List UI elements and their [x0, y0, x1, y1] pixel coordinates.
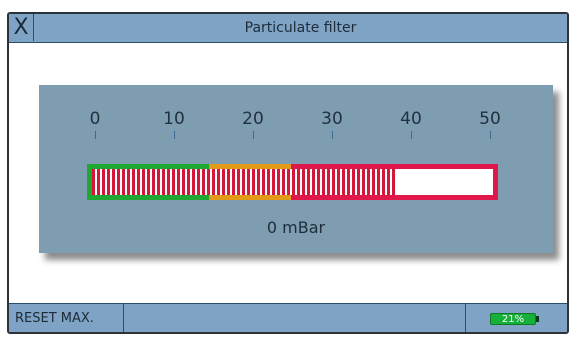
title-bar: X Particulate filter [9, 14, 567, 43]
close-icon: X [13, 14, 29, 40]
gauge-track [92, 169, 493, 195]
tick-mark-40 [411, 131, 412, 139]
tick-label-30: 30 [321, 109, 343, 129]
tick-label-50: 50 [479, 109, 501, 129]
tick-label-40: 40 [400, 109, 422, 129]
close-button[interactable]: X [9, 14, 34, 41]
reset-max-button[interactable]: RESET MAX. [9, 304, 124, 332]
tick-label-0: 0 [89, 109, 101, 129]
tick-label-20: 20 [242, 109, 264, 129]
footer-bar: RESET MAX. 21% [9, 303, 567, 332]
tick-mark-50 [490, 131, 491, 139]
window-title: Particulate filter [244, 19, 357, 36]
pressure-value: 0 mBar [266, 218, 326, 237]
tick-mark-20 [253, 131, 254, 139]
gauge-max-fill [92, 169, 397, 195]
pressure-gauge [87, 164, 498, 200]
tick-mark-30 [332, 131, 333, 139]
battery-tip [536, 316, 539, 322]
tick-label-10: 10 [163, 109, 185, 129]
tick-mark-10 [174, 131, 175, 139]
gauge-panel: 0 10 20 30 40 50 0 mBar [39, 85, 553, 253]
tick-mark-0 [95, 131, 96, 139]
window-frame: X Particulate filter 0 10 20 30 40 50 0 mBar … [7, 12, 569, 334]
battery-icon: 21% [490, 313, 536, 325]
battery-status: 21% [465, 304, 567, 332]
